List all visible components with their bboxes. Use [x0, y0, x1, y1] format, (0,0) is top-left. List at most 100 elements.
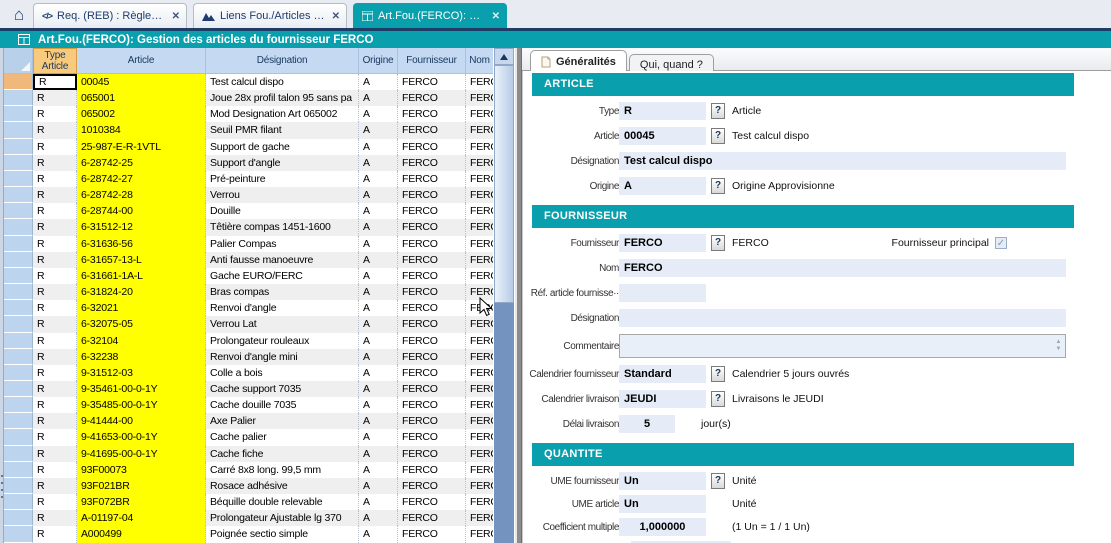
- help-lookup-button[interactable]: ?: [711, 391, 725, 407]
- table-cell[interactable]: Axe Palier: [206, 413, 359, 429]
- table-cell[interactable]: Béquille double relevable: [206, 494, 359, 510]
- row-selector[interactable]: [4, 526, 33, 542]
- table-cell[interactable]: Prolongateur Ajustable lg 370: [206, 510, 359, 526]
- table-cell[interactable]: FERCO: [398, 526, 466, 542]
- row-selector[interactable]: [4, 316, 33, 332]
- row-selector[interactable]: [4, 203, 33, 219]
- table-cell[interactable]: Cache fiche: [206, 446, 359, 462]
- table-cell[interactable]: A: [359, 171, 398, 187]
- field-input[interactable]: 5: [619, 415, 675, 433]
- close-icon[interactable]: ✕: [492, 11, 500, 22]
- table-cell[interactable]: A: [359, 349, 398, 365]
- table-cell[interactable]: FERCO: [398, 510, 466, 526]
- table-cell[interactable]: A: [359, 478, 398, 494]
- table-cell[interactable]: R: [33, 219, 77, 235]
- row-selector[interactable]: [4, 122, 33, 138]
- table-cell[interactable]: 065001: [77, 90, 206, 106]
- table-cell[interactable]: FERCO: [466, 365, 493, 381]
- window-tab-1[interactable]: Liens Fou./Articles : Lie...✕: [193, 3, 347, 28]
- table-cell[interactable]: FERCO: [466, 462, 493, 478]
- row-selector[interactable]: [4, 397, 33, 413]
- field-input[interactable]: Un: [619, 472, 706, 490]
- table-cell[interactable]: A: [359, 203, 398, 219]
- table-cell[interactable]: R: [33, 300, 77, 316]
- row-selector[interactable]: [4, 139, 33, 155]
- detail-tab-0[interactable]: Généralités: [530, 50, 627, 72]
- table-cell[interactable]: R: [33, 365, 77, 381]
- row-selector[interactable]: [4, 510, 33, 526]
- table-cell[interactable]: R: [33, 203, 77, 219]
- table-cell[interactable]: 93F021BR: [77, 478, 206, 494]
- home-icon[interactable]: ⌂: [6, 3, 32, 27]
- table-cell[interactable]: R: [33, 252, 77, 268]
- table-cell[interactable]: R: [33, 478, 77, 494]
- table-cell[interactable]: R: [33, 268, 77, 284]
- table-cell[interactable]: FERCO: [466, 429, 493, 445]
- table-cell[interactable]: 9-41695-00-0-1Y: [77, 446, 206, 462]
- table-cell[interactable]: FERCO: [466, 478, 493, 494]
- table-cell[interactable]: A: [359, 365, 398, 381]
- column-header-fournisseur[interactable]: Fournisseur: [398, 48, 466, 74]
- pane-divider[interactable]: [515, 48, 522, 543]
- table-cell[interactable]: A: [359, 74, 398, 90]
- table-cell[interactable]: FERCO: [466, 155, 493, 171]
- row-selector[interactable]: [4, 365, 33, 381]
- checkbox[interactable]: ✓: [995, 237, 1007, 249]
- table-cell[interactable]: Cache douille 7035: [206, 397, 359, 413]
- table-cell[interactable]: A: [359, 462, 398, 478]
- table-cell[interactable]: FERCO: [398, 139, 466, 155]
- scrollbar-thumb[interactable]: [494, 65, 514, 303]
- table-cell[interactable]: R: [33, 494, 77, 510]
- table-cell[interactable]: 6-32075-05: [77, 316, 206, 332]
- table-cell[interactable]: 6-32021: [77, 300, 206, 316]
- table-cell[interactable]: FERCO: [466, 284, 493, 300]
- table-cell[interactable]: Prolongateur rouleaux: [206, 333, 359, 349]
- table-cell[interactable]: Pré-peinture: [206, 171, 359, 187]
- row-selector[interactable]: [4, 90, 33, 106]
- column-header-type-article[interactable]: Type Article: [33, 48, 77, 74]
- table-cell[interactable]: Colle a bois: [206, 365, 359, 381]
- table-cell[interactable]: FERCO: [466, 413, 493, 429]
- table-cell[interactable]: FERCO: [466, 187, 493, 203]
- table-cell[interactable]: 6-28742-25: [77, 155, 206, 171]
- splitter-grip[interactable]: [1, 489, 3, 491]
- table-cell[interactable]: A: [359, 316, 398, 332]
- row-selector[interactable]: [4, 413, 33, 429]
- table-cell[interactable]: FERCO: [398, 462, 466, 478]
- table-cell[interactable]: R: [33, 90, 77, 106]
- table-cell[interactable]: R: [33, 429, 77, 445]
- row-selector[interactable]: [4, 219, 33, 235]
- table-cell[interactable]: FERCO: [466, 74, 493, 90]
- table-cell[interactable]: R: [33, 349, 77, 365]
- table-cell[interactable]: R: [33, 74, 77, 90]
- row-selector[interactable]: [4, 462, 33, 478]
- row-selector[interactable]: [4, 106, 33, 122]
- field-input[interactable]: A: [619, 177, 706, 195]
- column-header-article[interactable]: Article: [77, 48, 206, 74]
- table-cell[interactable]: A: [359, 268, 398, 284]
- field-input[interactable]: 00045: [619, 127, 706, 145]
- table-cell[interactable]: FERCO: [466, 268, 493, 284]
- splitter-grip[interactable]: [1, 475, 3, 477]
- window-tab-2[interactable]: Art.Fou.(FERCO): Gestio...✕: [353, 3, 507, 28]
- table-cell[interactable]: 9-41444-00: [77, 413, 206, 429]
- table-cell[interactable]: FERCO: [398, 106, 466, 122]
- table-cell[interactable]: A: [359, 333, 398, 349]
- table-cell[interactable]: FERCO: [466, 122, 493, 138]
- splitter-grip[interactable]: [1, 482, 3, 484]
- table-cell[interactable]: FERCO: [398, 122, 466, 138]
- table-cell[interactable]: A: [359, 510, 398, 526]
- table-cell[interactable]: 9-41653-00-0-1Y: [77, 429, 206, 445]
- table-cell[interactable]: FERCO: [398, 381, 466, 397]
- column-header-designation[interactable]: Désignation: [206, 48, 359, 74]
- table-cell[interactable]: 6-31657-13-L: [77, 252, 206, 268]
- table-cell[interactable]: A: [359, 187, 398, 203]
- table-cell[interactable]: FERCO: [466, 139, 493, 155]
- table-cell[interactable]: 1010384: [77, 122, 206, 138]
- field-input[interactable]: Test calcul dispo: [619, 152, 1066, 170]
- table-cell[interactable]: A: [359, 284, 398, 300]
- table-cell[interactable]: Cache palier: [206, 429, 359, 445]
- table-cell[interactable]: 00045: [77, 74, 206, 90]
- table-cell[interactable]: R: [33, 446, 77, 462]
- table-cell[interactable]: FERCO: [466, 236, 493, 252]
